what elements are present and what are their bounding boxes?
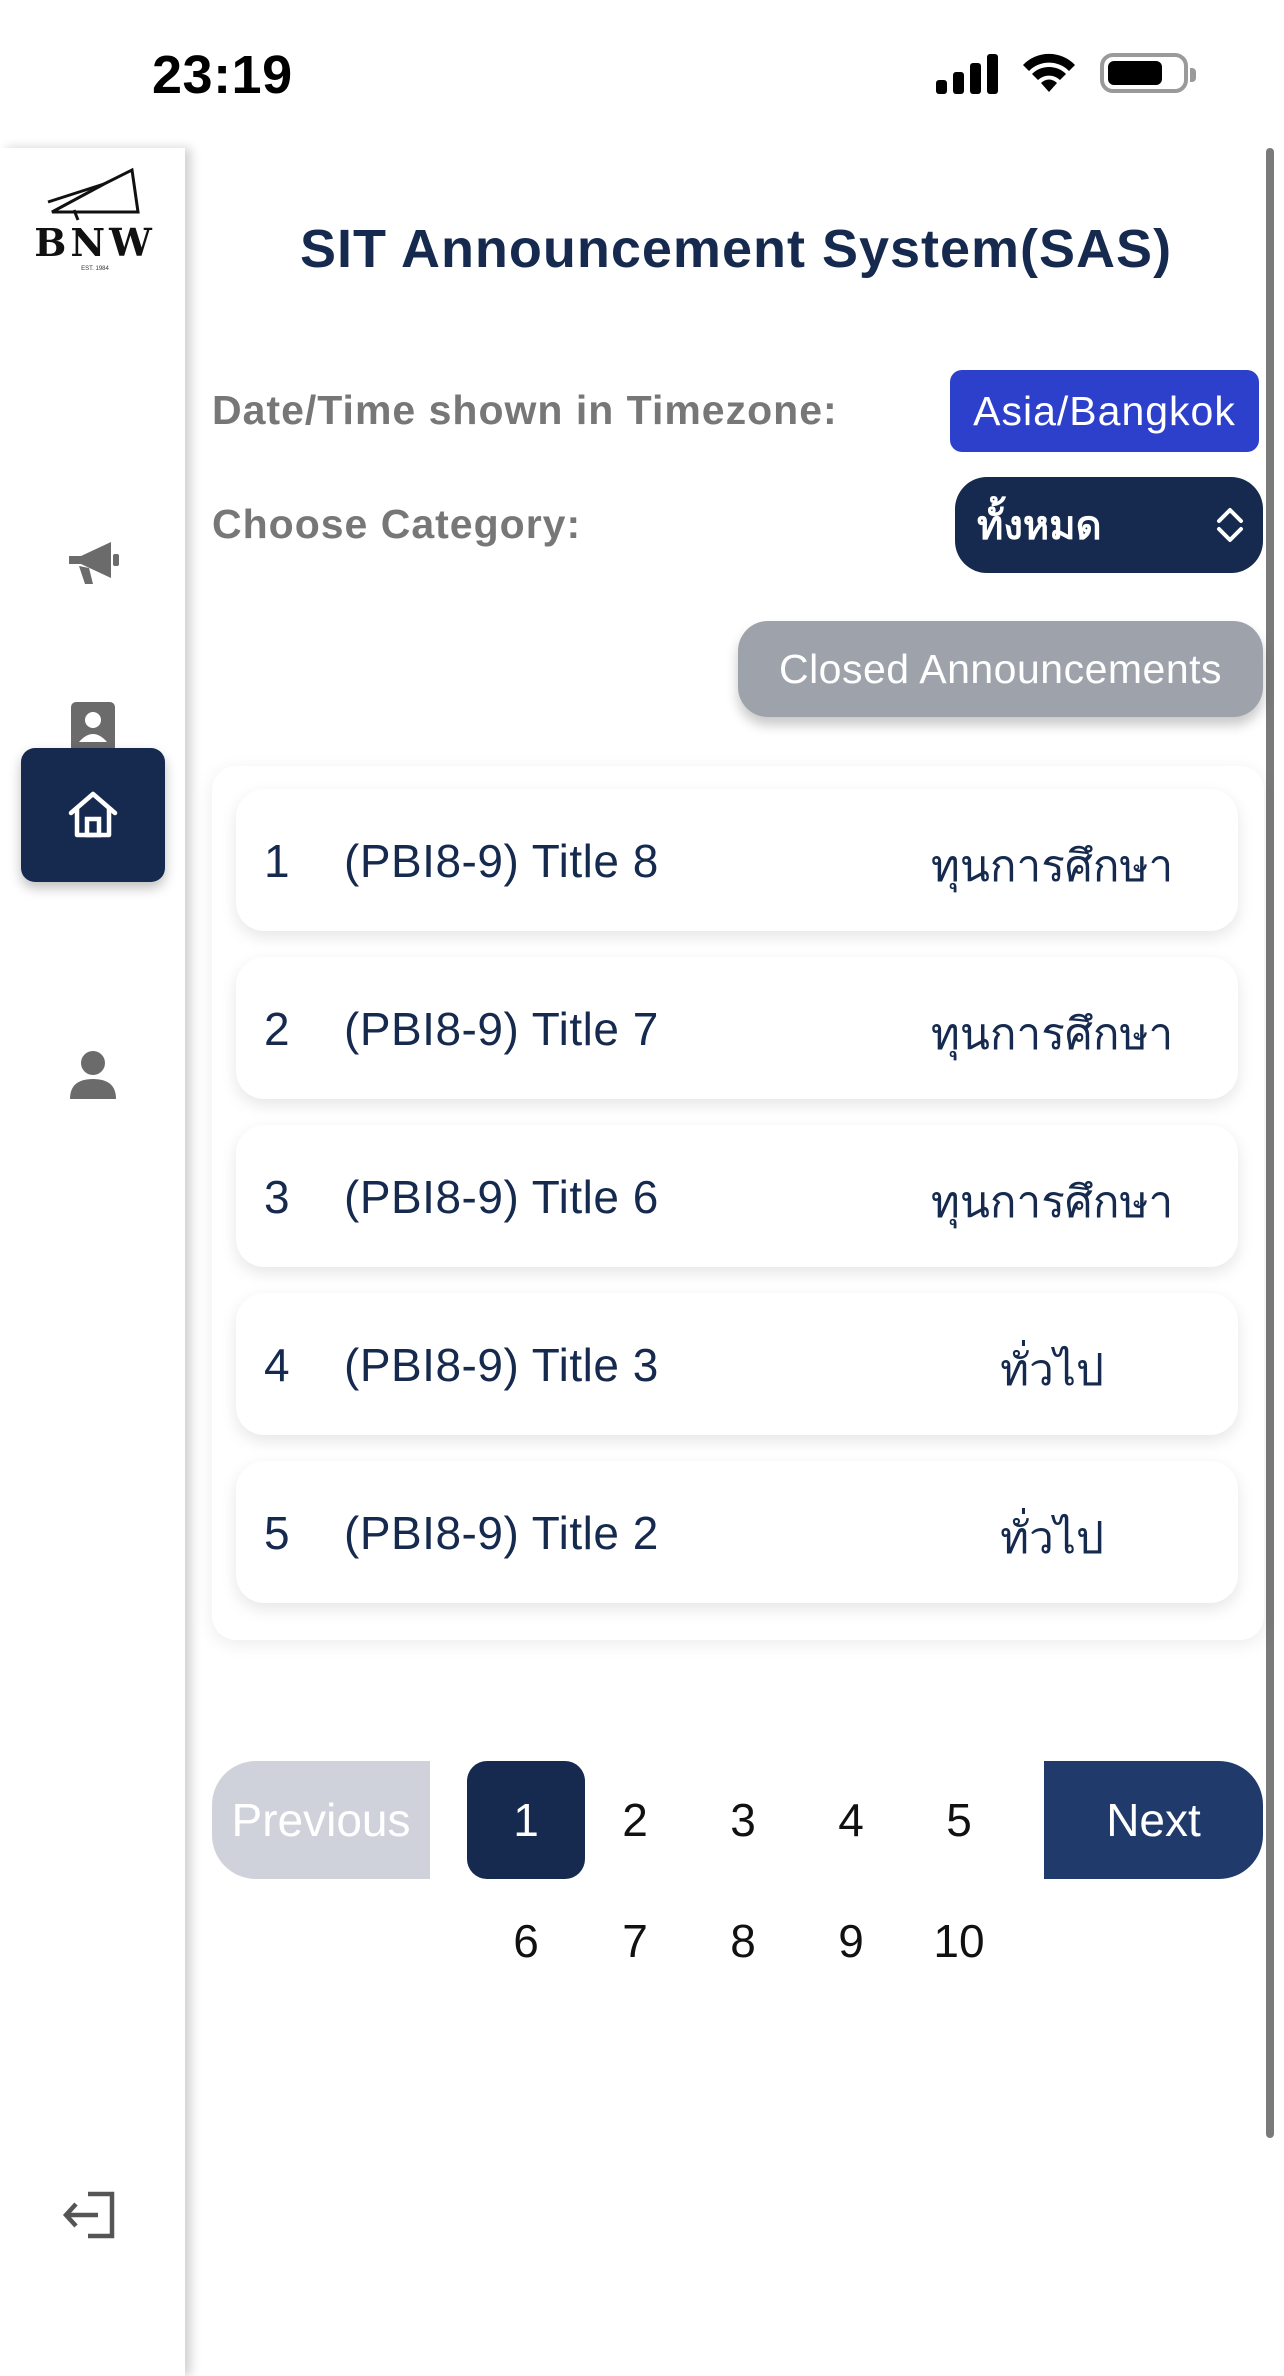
announcement-number: 4 <box>264 1339 290 1391</box>
page-title: SIT Announcement System(SAS) <box>299 219 1173 279</box>
logo-megaphone-icon <box>47 167 140 221</box>
logo-text: BNW <box>34 220 156 265</box>
page-2[interactable]: 2 <box>585 1761 685 1879</box>
announcement-title: (PBI8-9) Title 2 <box>344 1507 659 1559</box>
person-icon <box>70 1051 116 1099</box>
sidebar-item-profile[interactable] <box>21 1008 165 1142</box>
announcement-number: 3 <box>264 1171 290 1223</box>
megaphone-icon <box>69 542 119 584</box>
battery-icon <box>1100 53 1196 93</box>
cellular-signal-icon <box>936 52 998 94</box>
announcement-row[interactable]: 5 (PBI8-9) Title 2 ทั่วไป <box>236 1461 1238 1603</box>
page-6[interactable]: 6 <box>476 1882 576 2000</box>
category-select[interactable]: ทั้งหมด <box>955 477 1263 573</box>
announcement-row[interactable]: 3 (PBI8-9) Title 6 ทุนการศึกษา <box>236 1125 1238 1267</box>
page-8[interactable]: 8 <box>693 1882 793 2000</box>
announcement-title: (PBI8-9) Title 6 <box>344 1171 659 1223</box>
announcement-row[interactable]: 2 (PBI8-9) Title 7 ทุนการศึกษา <box>236 957 1238 1099</box>
contact-card-icon <box>71 702 115 752</box>
announcement-row[interactable]: 1 (PBI8-9) Title 8 ทุนการศึกษา <box>236 789 1238 931</box>
page-9[interactable]: 9 <box>801 1882 901 2000</box>
category-select-value: ทั้งหมด <box>977 503 1102 549</box>
announcement-category: ทั่วไป <box>1000 1513 1104 1564</box>
page-10[interactable]: 10 <box>909 1882 1009 2000</box>
chevron-up-down-icon <box>1217 508 1243 542</box>
announcement-category: ทุนการศึกษา <box>930 841 1174 892</box>
sidebar-item-home[interactable] <box>21 748 165 882</box>
page-1[interactable]: 1 <box>467 1761 585 1879</box>
announcement-title: (PBI8-9) Title 3 <box>344 1339 659 1391</box>
announcement-list: 1 (PBI8-9) Title 8 ทุนการศึกษา 2 (PBI8-9… <box>212 766 1264 1640</box>
wifi-icon <box>1023 53 1075 92</box>
closed-announcements-button[interactable]: Closed Announcements <box>738 621 1263 717</box>
announcement-number: 2 <box>264 1003 290 1055</box>
home-icon <box>68 791 118 838</box>
scrollbar[interactable] <box>1266 148 1274 2138</box>
announcement-title: (PBI8-9) Title 7 <box>344 1003 659 1055</box>
timezone-label: Date/Time shown in Timezone: <box>212 387 838 433</box>
page-3[interactable]: 3 <box>693 1761 793 1879</box>
announcement-number: 1 <box>264 835 290 887</box>
category-label: Choose Category: <box>212 501 582 547</box>
sidebar-item-announcements[interactable] <box>21 496 165 630</box>
logo: BNW EST. 1984 <box>34 162 156 272</box>
announcement-number: 5 <box>264 1507 290 1559</box>
status-time: 23:19 <box>152 45 293 105</box>
announcement-title: (PBI8-9) Title 8 <box>344 835 659 887</box>
announcement-category: ทุนการศึกษา <box>930 1009 1174 1060</box>
logout-icon <box>62 2191 115 2239</box>
previous-button[interactable]: Previous <box>212 1761 430 1879</box>
announcement-row[interactable]: 4 (PBI8-9) Title 3 ทั่วไป <box>236 1293 1238 1435</box>
timezone-badge: Asia/Bangkok <box>950 370 1259 452</box>
status-icons <box>936 52 1196 94</box>
page-4[interactable]: 4 <box>801 1761 901 1879</box>
page-7[interactable]: 7 <box>585 1882 685 2000</box>
logout-button[interactable] <box>62 2188 122 2247</box>
status-bar: 23:19 <box>0 0 1284 150</box>
logo-est: EST. 1984 <box>81 266 109 272</box>
announcement-category: ทั่วไป <box>1000 1345 1104 1396</box>
next-button[interactable]: Next <box>1044 1761 1263 1879</box>
page-5[interactable]: 5 <box>909 1761 1009 1879</box>
sidebar: BNW EST. 1984 <box>0 148 185 2376</box>
announcement-category: ทุนการศึกษา <box>930 1177 1174 1228</box>
